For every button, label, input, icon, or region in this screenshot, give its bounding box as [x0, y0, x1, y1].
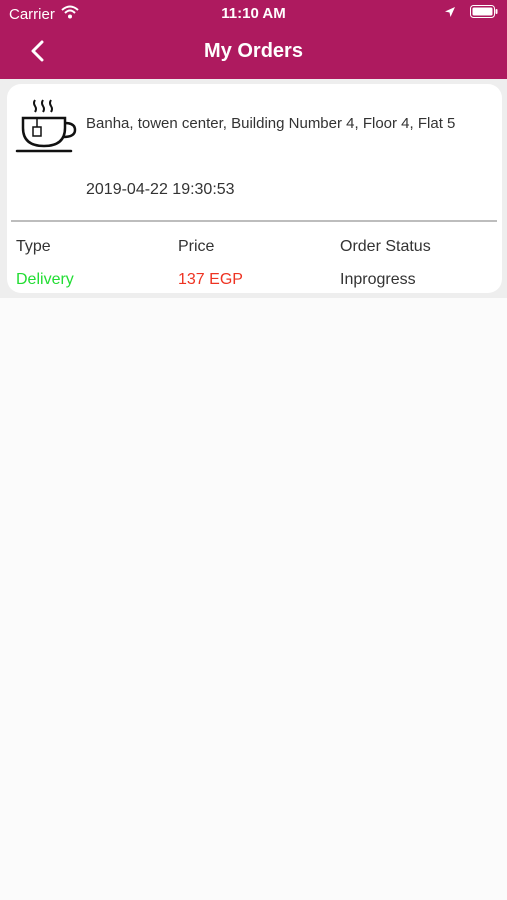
order-type-value: Delivery	[16, 271, 74, 288]
nav-bar: My Orders	[0, 28, 507, 79]
order-address: Banha, towen center, Building Number 4, …	[86, 115, 456, 132]
order-status-value: Inprogress	[340, 271, 416, 288]
location-arrow-icon	[444, 5, 456, 22]
price-label: Price	[178, 238, 215, 255]
app-header: Carrier 11:10 AM My Orders	[0, 0, 507, 79]
status-time: 11:10 AM	[221, 5, 286, 22]
status-bar: Carrier 11:10 AM	[0, 0, 507, 28]
order-status-label: Order Status	[340, 238, 431, 255]
battery-icon	[470, 5, 498, 22]
type-label: Type	[16, 238, 51, 255]
order-datetime: 2019-04-22 19:30:53	[86, 181, 235, 198]
divider	[11, 220, 497, 222]
order-price-value: 137 EGP	[178, 271, 243, 288]
orders-list: Banha, towen center, Building Number 4, …	[0, 79, 507, 298]
page-title: My Orders	[204, 40, 303, 62]
tea-cup-icon	[15, 96, 77, 158]
status-right	[444, 5, 498, 22]
order-card[interactable]: Banha, towen center, Building Number 4, …	[7, 84, 502, 293]
